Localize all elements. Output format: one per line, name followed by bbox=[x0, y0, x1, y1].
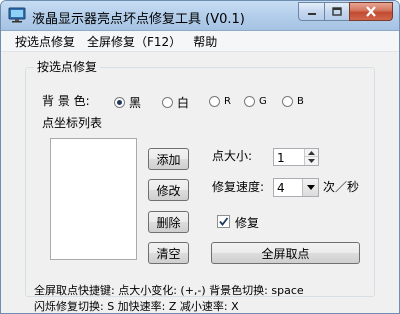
maximize-button[interactable] bbox=[324, 2, 349, 21]
menu-bar: 按选点修复 全屏修复（F12） 帮助 bbox=[1, 31, 399, 52]
point-size-value: 1 bbox=[277, 151, 285, 165]
chevron-up-icon bbox=[308, 150, 315, 155]
repair-speed-value: 4 bbox=[277, 181, 285, 195]
radio-white[interactable]: 白 bbox=[162, 94, 189, 111]
minimize-button[interactable] bbox=[298, 2, 324, 21]
radio-white-label: 白 bbox=[177, 96, 190, 110]
clear-button[interactable]: 清空 bbox=[148, 242, 189, 264]
window-title: 液晶显示器亮点坏点修复工具 (V0.1) bbox=[32, 12, 245, 27]
repair-speed-unit: 次／秒 bbox=[323, 180, 360, 194]
radio-white-button[interactable] bbox=[162, 97, 173, 108]
radio-green[interactable]: G bbox=[244, 94, 267, 108]
repair-checkbox-label: 修复 bbox=[235, 216, 260, 230]
add-button[interactable]: 添加 bbox=[148, 148, 189, 170]
maximize-icon bbox=[332, 7, 342, 16]
shortcut-hint-line2: 闪烁修复切换: S 加快速率: Z 减小速率: X bbox=[34, 300, 239, 313]
delete-button[interactable]: 删除 bbox=[148, 211, 189, 233]
app-window: 液晶显示器亮点坏点修复工具 (V0.1) 按选点修复 全屏修复（F12） 帮助 … bbox=[0, 0, 400, 314]
point-list-label: 点坐标列表 bbox=[42, 116, 103, 130]
radio-green-label: G bbox=[259, 96, 267, 107]
radio-blue-label: B bbox=[297, 96, 304, 107]
repair-checkbox[interactable] bbox=[217, 215, 230, 228]
menu-help[interactable]: 帮助 bbox=[187, 33, 223, 50]
stepper-down-button[interactable] bbox=[305, 157, 318, 165]
radio-black-label: 黑 bbox=[129, 96, 142, 110]
radio-blue-button[interactable] bbox=[282, 96, 293, 107]
chevron-down-icon bbox=[306, 185, 315, 190]
dropdown-button[interactable] bbox=[302, 179, 318, 196]
radio-red-button[interactable] bbox=[209, 96, 220, 107]
point-size-label: 点大小: bbox=[212, 149, 253, 163]
stepper-up-button[interactable] bbox=[305, 149, 318, 157]
caption-buttons bbox=[298, 2, 393, 22]
radio-red-label: R bbox=[224, 96, 231, 107]
repair-speed-label: 修复速度: bbox=[212, 180, 265, 194]
radio-red[interactable]: R bbox=[209, 94, 231, 108]
chevron-down-icon bbox=[308, 159, 315, 163]
menu-select-point-repair[interactable]: 按选点修复 bbox=[9, 33, 81, 50]
close-button[interactable] bbox=[349, 2, 393, 21]
monitor-icon bbox=[8, 7, 26, 23]
radio-black[interactable]: 黑 bbox=[114, 94, 141, 111]
background-color-label: 背 景 色: bbox=[42, 94, 90, 108]
repair-speed-select[interactable]: 4 bbox=[273, 178, 319, 197]
menu-fullscreen-repair[interactable]: 全屏修复（F12） bbox=[81, 33, 187, 50]
groupbox-title: 按选点修复 bbox=[34, 58, 101, 75]
radio-blue[interactable]: B bbox=[282, 94, 304, 108]
minimize-icon bbox=[307, 12, 316, 15]
shortcut-hint-line1: 全屏取点快捷键: 点大小变化: (+,-) 背景色切换: space bbox=[34, 284, 304, 297]
point-size-stepper[interactable]: 1 bbox=[273, 148, 319, 166]
fullscreen-pick-button[interactable]: 全屏取点 bbox=[211, 242, 360, 264]
checkmark-icon bbox=[219, 217, 229, 226]
close-icon bbox=[366, 6, 376, 17]
modify-button[interactable]: 修改 bbox=[148, 179, 189, 201]
title-bar[interactable]: 液晶显示器亮点坏点修复工具 (V0.1) bbox=[1, 1, 399, 31]
radio-green-button[interactable] bbox=[244, 96, 255, 107]
radio-black-button[interactable] bbox=[114, 97, 125, 108]
point-coordinate-list[interactable] bbox=[50, 138, 137, 260]
stepper-buttons bbox=[304, 149, 318, 165]
